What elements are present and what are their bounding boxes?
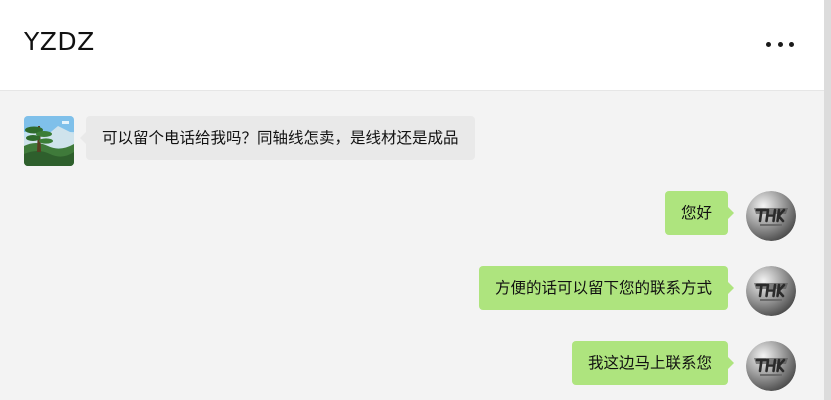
thk-logo-avatar-image (746, 266, 796, 316)
chat-header: YZDZ (0, 0, 824, 91)
user-avatar[interactable] (746, 191, 796, 241)
message-bubble-outgoing[interactable]: 方便的话可以留下您的联系方式 (478, 266, 735, 310)
message-bubble-outgoing[interactable]: 您好 (664, 191, 735, 235)
contact-avatar[interactable] (24, 116, 74, 166)
more-dot (766, 41, 771, 47)
more-dot (789, 41, 794, 47)
chat-window: YZDZ 可以留个电话给我吗？同轴线怎卖，是线材还是成品 您好 方便的话可以留下… (0, 0, 831, 400)
message-list[interactable]: 可以留个电话给我吗？同轴线怎卖，是线材还是成品 您好 方便的话可以留下您的联系方… (0, 91, 824, 400)
user-avatar[interactable] (746, 266, 796, 316)
scrollbar[interactable] (824, 0, 831, 400)
user-avatar[interactable] (746, 341, 796, 391)
message-bubble-outgoing[interactable]: 我这边马上联系您 (571, 341, 735, 385)
message-bubble-incoming[interactable]: 可以留个电话给我吗？同轴线怎卖，是线材还是成品 (80, 116, 475, 160)
more-options-icon[interactable] (766, 34, 794, 54)
chat-title: YZDZ (24, 27, 95, 56)
landscape-avatar-image (24, 116, 74, 166)
more-dot (777, 41, 783, 47)
thk-logo-avatar-image (746, 341, 796, 391)
thk-logo-avatar-image (746, 191, 796, 241)
